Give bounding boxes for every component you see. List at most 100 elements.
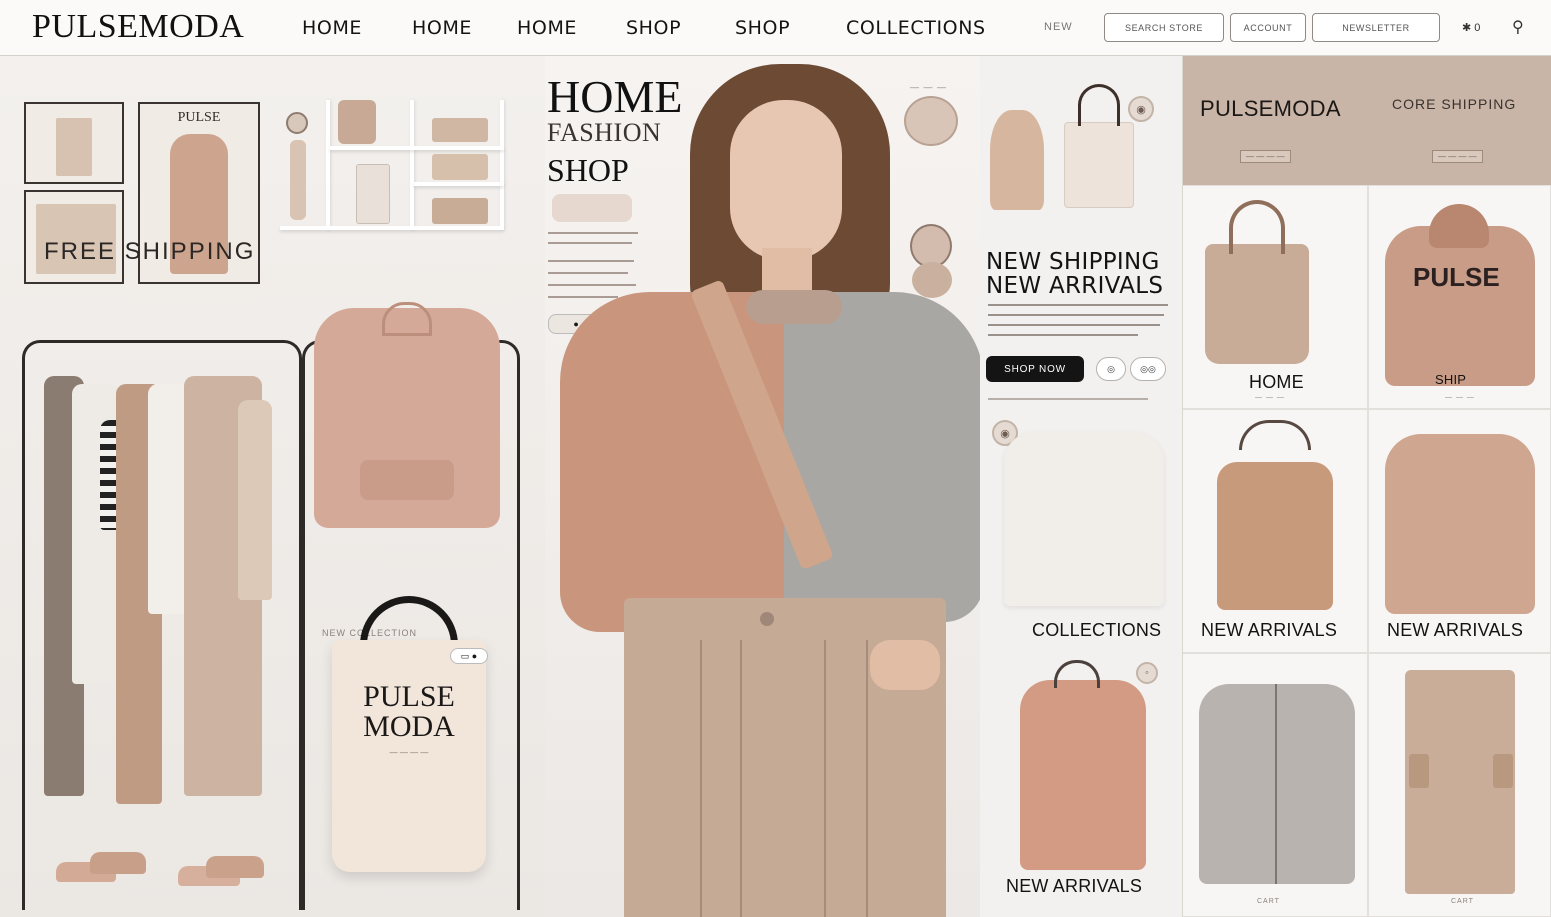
nav-home-3[interactable]: HOME bbox=[517, 17, 577, 39]
top-navigation-bar: PULSEMODA HOME HOME HOME SHOP SHOP COLLE… bbox=[0, 0, 1551, 56]
search-store-button[interactable]: SEARCH STORE bbox=[1104, 13, 1224, 42]
card-label-new-arrivals-2: NEW ARRIVALS bbox=[1387, 620, 1524, 640]
banner-tag-right[interactable]: — — — — bbox=[1432, 150, 1483, 163]
shelf-box bbox=[432, 154, 488, 180]
free-shipping-label: FREE SHIPPING bbox=[44, 238, 256, 265]
round-accessory-1 bbox=[904, 96, 958, 146]
search-icon[interactable]: ⚲ bbox=[1512, 17, 1524, 37]
new-arrivals-heading: NEW ARRIVALS bbox=[986, 273, 1164, 299]
card-label-cart-2: CART bbox=[1451, 898, 1474, 905]
hero-text-line-3 bbox=[548, 260, 634, 262]
cream-handbag[interactable] bbox=[1064, 122, 1134, 208]
accessory-circle-icon: ◉ bbox=[1128, 96, 1154, 122]
copy-line-3 bbox=[988, 324, 1160, 326]
trouser-pleat-2 bbox=[740, 640, 742, 917]
copy-line-2 bbox=[988, 314, 1164, 316]
sweater-grey-half bbox=[784, 292, 984, 622]
mini-button-2[interactable]: ◎◎ bbox=[1130, 357, 1166, 381]
knit-sweater bbox=[1385, 434, 1535, 614]
hero-title-home: HOME bbox=[547, 71, 683, 122]
round-accessory-3 bbox=[912, 262, 952, 298]
trouser-pleat-3 bbox=[824, 640, 826, 917]
toggle-pill-icon[interactable]: ▭ ● bbox=[450, 648, 488, 664]
card-label-new-arrivals-1: NEW ARRIVALS bbox=[1201, 620, 1338, 640]
shop-now-button[interactable]: SHOP NOW bbox=[986, 356, 1084, 382]
wall-clock-icon bbox=[286, 112, 308, 134]
product-card-zip-jacket[interactable]: CART bbox=[1182, 653, 1368, 917]
hoodie-hood bbox=[382, 302, 432, 336]
hero-text-line-1 bbox=[548, 232, 638, 234]
hoodie-pocket bbox=[360, 460, 454, 500]
product-card-camisole[interactable]: NEW ARRIVALS bbox=[1182, 409, 1368, 653]
accessory-caption: — — — bbox=[910, 82, 948, 92]
banner-brand-title: PULSEMODA bbox=[1200, 96, 1341, 121]
tote-brand-text: PULSE MODA bbox=[332, 682, 486, 742]
shelf-folded-stack bbox=[432, 198, 488, 224]
shelf-folded-clothes bbox=[432, 118, 488, 142]
cart-icon[interactable]: ✱ 0 bbox=[1462, 21, 1480, 34]
hanging-strap bbox=[290, 140, 306, 220]
shelf-board-bottom bbox=[280, 226, 504, 230]
hero-mini-thumbnails bbox=[552, 194, 632, 222]
handbag-handle bbox=[1078, 84, 1120, 126]
grid-divider bbox=[1182, 56, 1183, 917]
card-sub-home: — — — bbox=[1255, 394, 1285, 401]
hoodie-pulse-print: PULSE bbox=[1413, 262, 1500, 292]
hero-text-line-5 bbox=[548, 284, 636, 286]
nav-shop-2[interactable]: SHOP bbox=[735, 17, 790, 39]
dried-flower-bouquet bbox=[990, 110, 1044, 210]
pulse-hoodie bbox=[1385, 226, 1535, 386]
cargo-pocket-right bbox=[1493, 754, 1513, 788]
product-card-handbag[interactable]: HOME — — — bbox=[1182, 185, 1368, 409]
card-label-cart-1: CART bbox=[1257, 898, 1280, 905]
collections-label[interactable]: COLLECTIONS bbox=[1032, 620, 1161, 641]
card-label-home: HOME bbox=[1249, 372, 1304, 392]
shelf-upright-right bbox=[500, 100, 504, 230]
grey-zip-jacket bbox=[1199, 684, 1355, 884]
tote-brand-line-1: PULSE bbox=[363, 680, 455, 713]
hero-text-line-2 bbox=[548, 242, 632, 244]
newsletter-button[interactable]: NEWSLETTER bbox=[1312, 13, 1440, 42]
shelf-bag bbox=[338, 100, 376, 144]
nav-home-1[interactable]: HOME bbox=[302, 17, 362, 39]
shelf-board-middle bbox=[330, 146, 504, 150]
shelf-bottle bbox=[356, 164, 390, 224]
hero-text-line-6 bbox=[548, 296, 618, 298]
tan-handbag-handle bbox=[1229, 200, 1285, 254]
camisole-hanger bbox=[1239, 420, 1311, 450]
poster-label: PULSE bbox=[177, 110, 221, 125]
banner-tag-left[interactable]: — — — — bbox=[1240, 150, 1291, 163]
sweater-camel-half bbox=[560, 292, 788, 632]
hero-title-fashion: FASHION bbox=[547, 118, 662, 147]
hero-text-line-4 bbox=[548, 272, 628, 274]
new-arrivals-label-bottom[interactable]: NEW ARRIVALS bbox=[1006, 876, 1142, 897]
satin-blouse[interactable] bbox=[1020, 680, 1146, 870]
card-sub-ship: — — — bbox=[1445, 394, 1475, 401]
white-sweatshirt[interactable] bbox=[1004, 432, 1164, 606]
brand-logo[interactable]: PULSEMODA bbox=[32, 8, 244, 46]
tan-handbag bbox=[1205, 244, 1309, 364]
account-button[interactable]: ACCOUNT bbox=[1230, 13, 1306, 42]
mini-button-1[interactable]: ◎ bbox=[1096, 357, 1126, 381]
copy-line-4 bbox=[988, 334, 1138, 336]
new-shipping-heading: NEW SHIPPING bbox=[986, 249, 1160, 275]
shoes-pair-right-2 bbox=[206, 856, 264, 878]
nav-shop-1[interactable]: SHOP bbox=[626, 17, 681, 39]
product-card-cargo-pants[interactable]: CART bbox=[1368, 653, 1551, 917]
trouser-pleat-1 bbox=[700, 640, 702, 917]
shelf-upright-left bbox=[326, 100, 330, 230]
product-card-knit-sweater[interactable]: NEW ARRIVALS bbox=[1368, 409, 1551, 653]
nav-home-2[interactable]: HOME bbox=[412, 17, 472, 39]
sweater-collar bbox=[746, 290, 842, 324]
framed-photo-bottom-left bbox=[24, 190, 124, 284]
copy-line-1 bbox=[988, 304, 1168, 306]
product-card-hoodie[interactable]: PULSE SHIP — — — bbox=[1368, 185, 1551, 409]
shoes-pair-left-2 bbox=[90, 852, 146, 874]
nav-new[interactable]: NEW bbox=[1044, 21, 1073, 33]
shelf-board-small bbox=[414, 182, 504, 186]
tote-brand-line-2: MODA bbox=[363, 710, 455, 743]
model-face bbox=[730, 100, 842, 260]
tote-subtext: — — — — bbox=[389, 748, 429, 757]
trouser-pleat-4 bbox=[866, 640, 868, 917]
nav-collections[interactable]: COLLECTIONS bbox=[846, 17, 986, 39]
